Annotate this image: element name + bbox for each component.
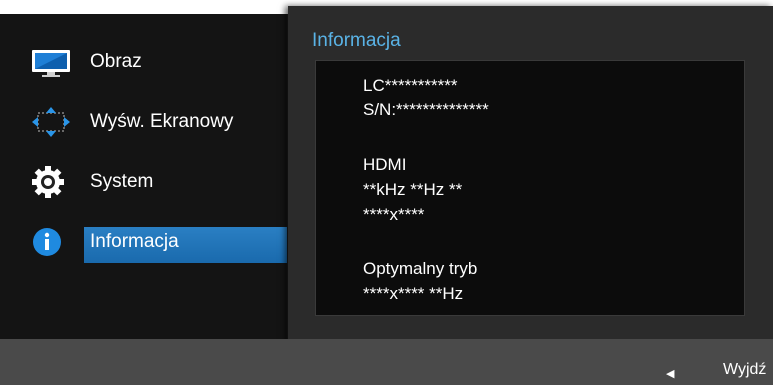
screen-arrows-icon <box>30 106 72 138</box>
menu-item-obraz[interactable]: Obraz <box>0 40 287 84</box>
input-source: HDMI <box>363 155 407 174</box>
menu-item-system[interactable]: System <box>0 160 287 204</box>
exit-button[interactable]: Wyjdź <box>723 361 766 379</box>
menu-item-wysw-ekranowy[interactable]: Wyśw. Ekranowy <box>0 100 287 144</box>
current-resolution: ****x**** <box>363 205 425 224</box>
serial-number: S/N:************** <box>363 100 489 119</box>
menu-item-label: Obraz <box>90 51 142 72</box>
monitor-icon <box>30 46 72 78</box>
menu-item-label: Wyśw. Ekranowy <box>90 111 234 132</box>
footer-bar <box>0 339 773 385</box>
left-arrow-icon: ◀ <box>666 368 675 380</box>
panel-title: Informacja <box>312 30 401 51</box>
optimal-mode-label: Optymalny tryb <box>363 259 478 278</box>
info-icon <box>30 226 72 258</box>
menu-item-label: Informacja <box>90 231 179 252</box>
optimal-mode-value: ****x**** **Hz <box>363 284 464 303</box>
menu-item-informacja[interactable]: Informacja <box>0 220 287 264</box>
signal-frequency: **kHz **Hz ** <box>363 180 463 199</box>
menu-item-label: System <box>90 171 154 192</box>
gear-icon <box>30 166 72 198</box>
model-code: LC*********** <box>363 76 458 95</box>
